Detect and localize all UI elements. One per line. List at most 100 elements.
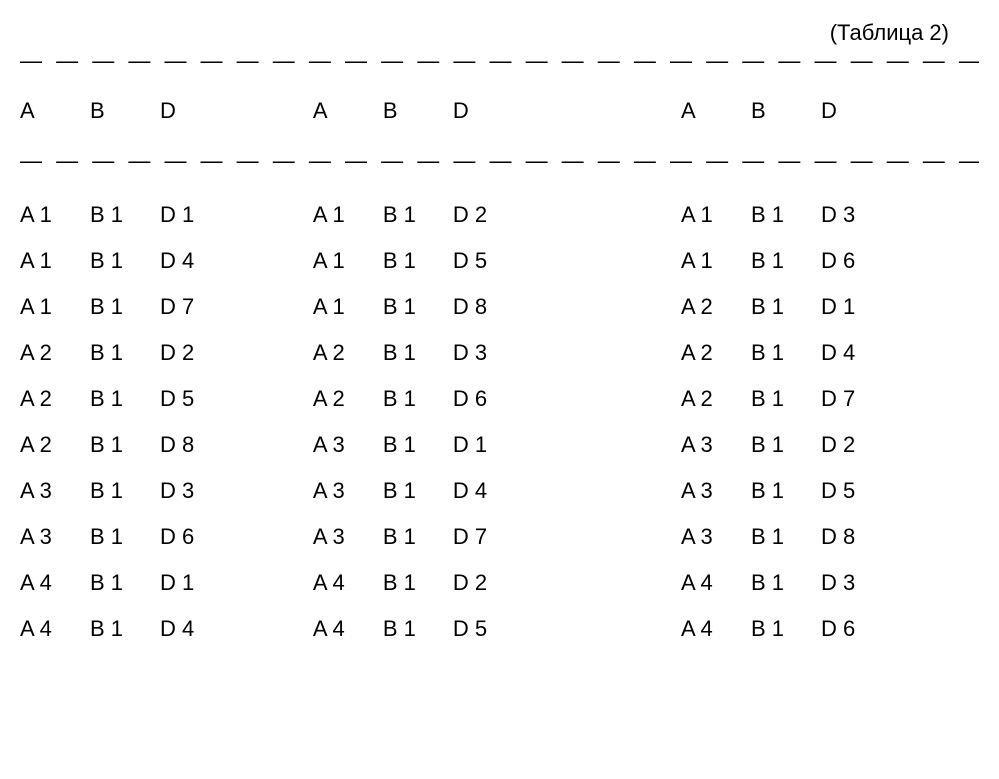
cell-a: A 4	[681, 616, 751, 642]
cell-a: A 4	[313, 570, 383, 596]
cell-group: A 2B 1D 5	[20, 386, 273, 412]
cell-group: A 2B 1D 2	[20, 340, 273, 366]
cell-b: B 1	[90, 386, 160, 412]
cell-group: A 1B 1D 4	[20, 248, 273, 274]
cell-a: A 2	[681, 386, 751, 412]
cell-group: A 2B 1D 4	[611, 340, 979, 366]
header-a: A	[313, 98, 383, 124]
cell-b: B 1	[90, 202, 160, 228]
cell-b: B 1	[751, 524, 821, 550]
table-row: A 2B 1D 8A 3B 1D 1A 3B 1D 2	[20, 422, 979, 468]
cell-a: A 3	[20, 478, 90, 504]
header-b: B	[751, 98, 821, 124]
header-group-2: A B D	[273, 98, 611, 124]
cell-b: B 1	[383, 202, 453, 228]
cell-a: A 1	[681, 248, 751, 274]
cell-a: A 1	[313, 294, 383, 320]
cell-a: A 3	[681, 478, 751, 504]
cell-d: D 4	[453, 478, 553, 504]
cell-group: A 2B 1D 3	[273, 340, 611, 366]
cell-d: D 3	[821, 570, 921, 596]
table-row: A 1B 1D 1A 1B 1D 2A 1B 1D 3	[20, 192, 979, 238]
cell-b: B 1	[90, 524, 160, 550]
cell-group: A 4B 1D 2	[273, 570, 611, 596]
cell-b: B 1	[383, 478, 453, 504]
cell-d: D 1	[821, 294, 921, 320]
cell-a: A 3	[313, 478, 383, 504]
cell-group: A 2B 1D 7	[611, 386, 979, 412]
cell-b: B 1	[90, 294, 160, 320]
cell-group: A 3B 1D 2	[611, 432, 979, 458]
cell-d: D 5	[821, 478, 921, 504]
cell-a: A 2	[313, 340, 383, 366]
cell-a: A 2	[681, 294, 751, 320]
cell-d: D 2	[453, 570, 553, 596]
cell-b: B 1	[90, 478, 160, 504]
table-row: A 2B 1D 2A 2B 1D 3A 2B 1D 4	[20, 330, 979, 376]
cell-d: D 8	[160, 432, 260, 458]
cell-d: D 7	[821, 386, 921, 412]
cell-b: B 1	[90, 340, 160, 366]
cell-a: A 3	[313, 524, 383, 550]
cell-b: B 1	[751, 294, 821, 320]
cell-d: D 5	[453, 248, 553, 274]
cell-b: B 1	[383, 570, 453, 596]
cell-b: B 1	[751, 202, 821, 228]
cell-group: A 4B 1D 3	[611, 570, 979, 596]
cell-d: D 1	[160, 570, 260, 596]
cell-a: A 1	[313, 248, 383, 274]
cell-group: A 2B 1D 6	[273, 386, 611, 412]
table-row: A 3B 1D 6A 3B 1D 7A 3B 1D 8	[20, 514, 979, 560]
table-row: A 1B 1D 7A 1B 1D 8A 2B 1D 1	[20, 284, 979, 330]
cell-b: B 1	[751, 570, 821, 596]
cell-b: B 1	[751, 248, 821, 274]
cell-a: A 1	[313, 202, 383, 228]
cell-d: D 8	[821, 524, 921, 550]
cell-d: D 2	[453, 202, 553, 228]
header-d: D	[453, 98, 553, 124]
cell-group: A 2B 1D 1	[611, 294, 979, 320]
cell-group: A 4B 1D 6	[611, 616, 979, 642]
cell-a: A 4	[313, 616, 383, 642]
cell-d: D 5	[453, 616, 553, 642]
header-group-1: A B D	[20, 98, 273, 124]
cell-b: B 1	[751, 616, 821, 642]
table-row: A 1B 1D 4A 1B 1D 5A 1B 1D 6	[20, 238, 979, 284]
cell-a: A 1	[20, 294, 90, 320]
cell-a: A 4	[20, 616, 90, 642]
cell-group: A 3B 1D 4	[273, 478, 611, 504]
cell-b: B 1	[383, 248, 453, 274]
cell-b: B 1	[383, 340, 453, 366]
cell-b: B 1	[383, 616, 453, 642]
cell-d: D 4	[160, 248, 260, 274]
cell-d: D 1	[160, 202, 260, 228]
cell-a: A 3	[313, 432, 383, 458]
table-body: A 1B 1D 1A 1B 1D 2A 1B 1D 3A 1B 1D 4A 1B…	[20, 192, 979, 652]
cell-group: A 1B 1D 5	[273, 248, 611, 274]
header-b: B	[383, 98, 453, 124]
cell-d: D 6	[453, 386, 553, 412]
cell-group: A 1B 1D 3	[611, 202, 979, 228]
table-row: A 4B 1D 4A 4B 1D 5A 4B 1D 6	[20, 606, 979, 652]
table-header-row: A B D A B D A B D	[20, 74, 979, 148]
header-b: B	[90, 98, 160, 124]
cell-b: B 1	[751, 432, 821, 458]
cell-a: A 1	[681, 202, 751, 228]
cell-group: A 3B 1D 6	[20, 524, 273, 550]
table-row: A 2B 1D 5A 2B 1D 6A 2B 1D 7	[20, 376, 979, 422]
cell-b: B 1	[90, 570, 160, 596]
cell-a: A 1	[20, 202, 90, 228]
cell-d: D 1	[453, 432, 553, 458]
cell-a: A 3	[20, 524, 90, 550]
cell-b: B 1	[751, 386, 821, 412]
cell-group: A 3B 1D 8	[611, 524, 979, 550]
cell-b: B 1	[90, 248, 160, 274]
cell-a: A 2	[681, 340, 751, 366]
header-d: D	[160, 98, 260, 124]
cell-group: A 3B 1D 7	[273, 524, 611, 550]
cell-group: A 1B 1D 7	[20, 294, 273, 320]
cell-group: A 1B 1D 2	[273, 202, 611, 228]
cell-b: B 1	[383, 386, 453, 412]
cell-b: B 1	[751, 340, 821, 366]
header-a: A	[20, 98, 90, 124]
